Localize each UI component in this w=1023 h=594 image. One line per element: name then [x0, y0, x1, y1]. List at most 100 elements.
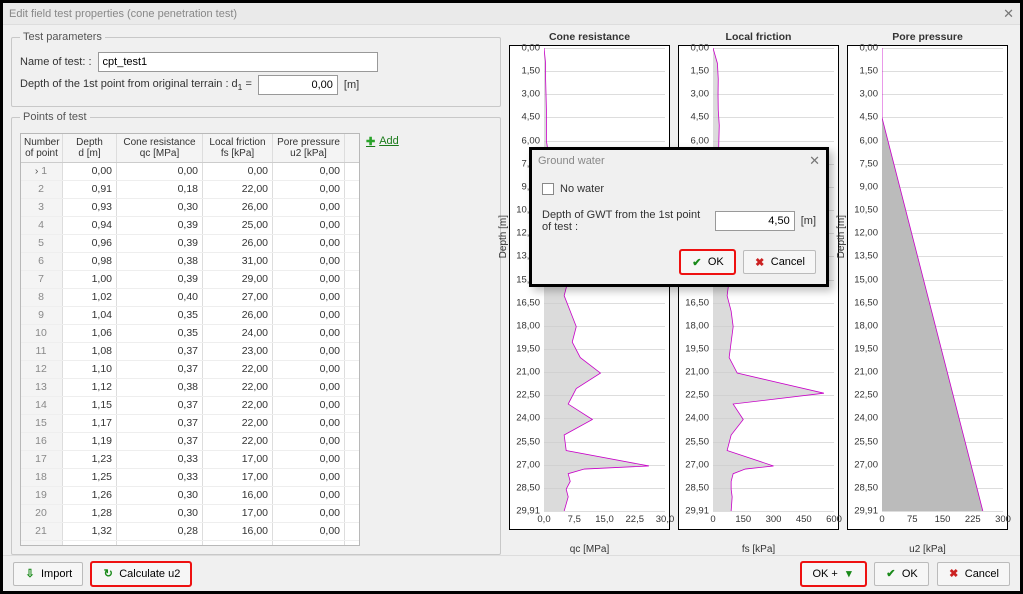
cell-n: 13 — [21, 379, 63, 396]
ok-button[interactable]: ✔ OK — [874, 562, 929, 586]
cancel-icon: ✖ — [948, 568, 960, 580]
cell-q: 0,00 — [117, 163, 203, 180]
check-icon: ✔ — [691, 256, 703, 268]
cell-q: 0,35 — [117, 307, 203, 324]
table-row[interactable]: 171,230,3317,000,00 — [21, 451, 359, 469]
ytick: 6,00 — [679, 135, 709, 146]
chart-local-friction: Local friction0,001,503,004,506,007,509,… — [678, 31, 839, 555]
add-point-link[interactable]: ✚ Add — [366, 133, 399, 546]
modal-cancel-button[interactable]: ✖ Cancel — [743, 250, 816, 274]
cell-u: 0,00 — [273, 541, 345, 545]
xtick: 22,5 — [626, 514, 645, 525]
table-row[interactable]: 60,980,3831,000,00 — [21, 253, 359, 271]
table-row[interactable]: 101,060,3524,000,00 — [21, 325, 359, 343]
window-title: Edit field test properties (cone penetra… — [9, 8, 237, 20]
close-icon[interactable]: ✕ — [1003, 6, 1014, 22]
ylabel: Depth [m] — [836, 214, 847, 257]
table-row[interactable]: 20,910,1822,000,00 — [21, 181, 359, 199]
ylabel: Depth [m] — [498, 214, 509, 257]
import-button[interactable]: ⇩ Import — [13, 562, 83, 586]
cell-n: 10 — [21, 325, 63, 342]
table-row[interactable]: 111,080,3723,000,00 — [21, 343, 359, 361]
table-row[interactable]: 181,250,3317,000,00 — [21, 469, 359, 487]
cell-f: 24,00 — [203, 325, 273, 342]
cell-u: 0,00 — [273, 433, 345, 450]
table-row[interactable]: 40,940,3925,000,00 — [21, 217, 359, 235]
ytick: 22,50 — [679, 390, 709, 401]
table-row[interactable]: 191,260,3016,000,00 — [21, 487, 359, 505]
col-header-number[interactable]: Number of point — [21, 134, 63, 162]
ytick: 19,50 — [510, 343, 540, 354]
cell-d: 1,15 — [63, 397, 117, 414]
xtick: 15,0 — [595, 514, 614, 525]
test-name-input[interactable] — [98, 52, 378, 72]
cell-q: 0,37 — [117, 343, 203, 360]
table-row[interactable]: 221,340,2816,000,00 — [21, 541, 359, 545]
ytick: 24,00 — [848, 413, 878, 424]
cell-u: 0,00 — [273, 379, 345, 396]
cell-u: 0,00 — [273, 469, 345, 486]
cell-n: 7 — [21, 271, 63, 288]
ground-water-dialog: Ground water ✕ No water Depth of GWT fro… — [529, 147, 829, 287]
cell-n: 14 — [21, 397, 63, 414]
modal-ok-button[interactable]: ✔ OK — [680, 250, 735, 274]
cell-f: 26,00 — [203, 235, 273, 252]
ytick: 0,00 — [510, 43, 540, 54]
cell-u: 0,00 — [273, 505, 345, 522]
table-body[interactable]: 10,000,000,000,0020,910,1822,000,0030,93… — [21, 163, 359, 545]
cell-d: 0,98 — [63, 253, 117, 270]
ytick: 13,50 — [848, 251, 878, 262]
modal-close-icon[interactable]: ✕ — [809, 153, 820, 169]
cell-f: 22,00 — [203, 397, 273, 414]
table-row[interactable]: 10,000,000,000,00 — [21, 163, 359, 181]
col-header-depth[interactable]: Depth d [m] — [63, 134, 117, 162]
cell-u: 0,00 — [273, 325, 345, 342]
ytick: 4,50 — [679, 112, 709, 123]
table-row[interactable]: 151,170,3722,000,00 — [21, 415, 359, 433]
cell-f: 17,00 — [203, 451, 273, 468]
ok-next-button[interactable]: OK + ▾ — [801, 562, 865, 586]
table-row[interactable]: 131,120,3822,000,00 — [21, 379, 359, 397]
table-row[interactable]: 201,280,3017,000,00 — [21, 505, 359, 523]
col-header-u2[interactable]: Pore pressure u2 [kPa] — [273, 134, 345, 162]
cell-q: 0,40 — [117, 289, 203, 306]
xlabel: u2 [kPa] — [909, 544, 946, 555]
col-header-qc[interactable]: Cone resistance qc [MPa] — [117, 134, 203, 162]
cancel-button[interactable]: ✖ Cancel — [937, 562, 1010, 586]
table-row[interactable]: 211,320,2816,000,00 — [21, 523, 359, 541]
table-row[interactable]: 81,020,4027,000,00 — [21, 289, 359, 307]
ytick: 25,50 — [679, 436, 709, 447]
ytick: 18,00 — [510, 320, 540, 331]
ytick: 29,91 — [510, 506, 540, 517]
table-row[interactable]: 141,150,3722,000,00 — [21, 397, 359, 415]
table-row[interactable]: 91,040,3526,000,00 — [21, 307, 359, 325]
ytick: 25,50 — [510, 436, 540, 447]
xtick: 0,0 — [537, 514, 550, 525]
ytick: 28,50 — [510, 482, 540, 493]
calculate-u2-button[interactable]: ↻ Calculate u2 — [91, 562, 191, 586]
ytick: 22,50 — [848, 390, 878, 401]
cell-u: 0,00 — [273, 361, 345, 378]
cell-d: 1,00 — [63, 271, 117, 288]
col-header-fs[interactable]: Local friction fs [kPa] — [203, 134, 273, 162]
cell-q: 0,33 — [117, 451, 203, 468]
no-water-checkbox[interactable] — [542, 183, 554, 195]
depth-input[interactable] — [258, 75, 338, 95]
cell-q: 0,18 — [117, 181, 203, 198]
cell-q: 0,33 — [117, 469, 203, 486]
table-row[interactable]: 121,100,3722,000,00 — [21, 361, 359, 379]
chart-box: 0,001,503,004,506,007,509,0010,5012,0013… — [847, 45, 1008, 530]
points-table: Number of point Depth d [m] Cone resista… — [20, 133, 360, 546]
ytick: 1,50 — [679, 66, 709, 77]
ytick: 10,50 — [848, 205, 878, 216]
ytick: 24,00 — [679, 413, 709, 424]
xtick: 300 — [995, 514, 1011, 525]
table-row[interactable]: 161,190,3722,000,00 — [21, 433, 359, 451]
table-row[interactable]: 71,000,3929,000,00 — [21, 271, 359, 289]
cell-d: 1,08 — [63, 343, 117, 360]
table-row[interactable]: 30,930,3026,000,00 — [21, 199, 359, 217]
gwt-input[interactable] — [715, 211, 795, 231]
table-row[interactable]: 50,960,3926,000,00 — [21, 235, 359, 253]
chart-title: Local friction — [726, 31, 792, 43]
ytick: 16,50 — [510, 297, 540, 308]
